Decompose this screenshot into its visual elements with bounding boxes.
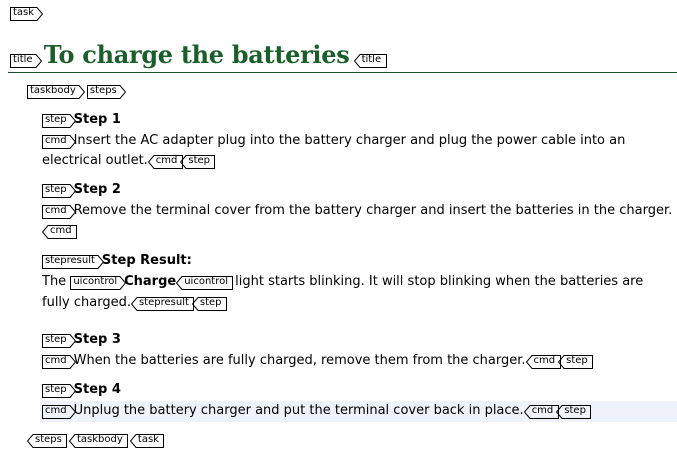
tag-outline: [42, 255, 104, 269]
cmd-open-tag[interactable]: cmd: [42, 205, 76, 219]
step-open-tag[interactable]: step: [42, 114, 76, 128]
step3-cmd-text[interactable]: When the batteries are fully charged, re…: [74, 353, 526, 368]
step2-result-line1: The uicontrol Charge uicontrol light start…: [42, 274, 643, 290]
tag-outline: [68, 434, 128, 448]
title-close-tag[interactable]: title: [353, 54, 387, 68]
title-underline: [8, 72, 677, 73]
tag-outline: [191, 297, 227, 311]
step4-cmd-text[interactable]: Unplug the battery charger and put the t…: [74, 403, 524, 418]
step4-cmd-line1: cmd Unplug the battery charger and put th…: [42, 403, 592, 419]
tag-outline: [42, 205, 76, 219]
tag-outline: [86, 85, 126, 99]
step1-cmd-line2: electrical outlet. cmd step: [42, 153, 216, 169]
result-text-cont[interactable]: fully charged.: [42, 295, 131, 310]
tag-outline: [525, 355, 561, 369]
step-open-tag[interactable]: step: [42, 384, 76, 398]
step-close-tag[interactable]: step: [180, 155, 216, 169]
tag-outline: [180, 155, 216, 169]
taskbody-close-tag[interactable]: taskbody: [68, 434, 128, 448]
tag-outline: [42, 384, 76, 398]
step2-cmd-close: cmd: [42, 223, 77, 239]
tag-outline: [42, 334, 76, 348]
step2-cmd-line1: cmd Remove the terminal cover from the ba…: [42, 203, 672, 219]
tag-outline: [42, 355, 76, 369]
tag-outline: [42, 184, 76, 198]
step2-result-header: stepresult Step Result:: [42, 253, 192, 269]
tag-outline: [558, 355, 594, 369]
taskbody-steps-open: taskbody steps: [27, 83, 126, 99]
tag-outline: [42, 135, 76, 149]
step-open-tag[interactable]: step: [42, 334, 76, 348]
step1-cmd-text[interactable]: Insert the AC adapter plug into the batt…: [74, 133, 626, 148]
tag-outline: [147, 155, 183, 169]
step4-header: step Step 4: [42, 382, 121, 398]
title-open-tag[interactable]: title: [10, 54, 42, 68]
stepresult-open-tag[interactable]: stepresult: [42, 255, 104, 269]
tag-outline: [176, 276, 234, 290]
step-open-tag[interactable]: step: [42, 184, 76, 198]
task-close-tag[interactable]: task: [129, 434, 164, 448]
tag-outline: [42, 225, 77, 239]
step2-header: step Step 2: [42, 182, 121, 198]
uicontrol-close-tag[interactable]: uicontrol: [176, 276, 234, 290]
cmd-close-tag[interactable]: cmd: [147, 155, 183, 169]
step3-cmd-line1: cmd When the batteries are fully charged,…: [42, 353, 594, 369]
step1-cmd-text-cont[interactable]: electrical outlet.: [42, 153, 148, 168]
closing-tags-line: steps taskbody task: [27, 432, 164, 448]
tag-outline: [70, 276, 127, 290]
step4-label[interactable]: Step 4: [74, 382, 121, 397]
step3-header: step Step 3: [42, 332, 121, 348]
step1-label[interactable]: Step 1: [74, 112, 121, 127]
step3-label[interactable]: Step 3: [74, 332, 121, 347]
title-line: title To charge the batteries title: [10, 40, 387, 69]
charge-uicontrol[interactable]: Charge: [124, 274, 176, 289]
result-text-pre[interactable]: The: [42, 274, 66, 289]
task-open-tag[interactable]: task: [10, 5, 43, 21]
step2-label[interactable]: Step 2: [74, 182, 121, 197]
tag-outline: [130, 297, 194, 311]
step-close-tag[interactable]: step: [191, 297, 227, 311]
tag-outline: [27, 85, 85, 99]
tag-outline: [27, 434, 67, 448]
tag-outline: [129, 434, 164, 448]
stepresult-close-tag[interactable]: stepresult: [130, 297, 194, 311]
tag-outline: [42, 405, 76, 419]
uicontrol-open-tag[interactable]: uicontrol: [70, 276, 127, 290]
cmd-open-tag[interactable]: cmd: [42, 405, 76, 419]
cmd-close-tag[interactable]: cmd: [523, 405, 559, 419]
step2-cmd-text[interactable]: Remove the terminal cover from the batte…: [74, 203, 673, 218]
step-result-label[interactable]: Step Result:: [102, 253, 192, 268]
tag-outline: [10, 7, 43, 21]
step-close-tag[interactable]: step: [556, 405, 592, 419]
steps-close-tag[interactable]: steps: [27, 434, 67, 448]
step1-cmd-line1: cmd Insert the AC adapter plug into the b…: [42, 133, 625, 149]
tag-outline: [353, 54, 387, 68]
tag-outline: [556, 405, 592, 419]
tag-outline: [42, 114, 76, 128]
result-text-post[interactable]: light starts blinking. It will stop blin…: [235, 274, 643, 289]
steps-open-tag[interactable]: steps: [86, 85, 126, 99]
page-title[interactable]: To charge the batteries: [44, 40, 350, 69]
taskbody-open-tag[interactable]: taskbody: [27, 85, 85, 99]
cmd-open-tag[interactable]: cmd: [42, 135, 76, 149]
step2-result-line2: fully charged. stepresult step: [42, 295, 227, 311]
tag-outline: [10, 54, 42, 68]
step-close-tag[interactable]: step: [558, 355, 594, 369]
cmd-open-tag[interactable]: cmd: [42, 355, 76, 369]
tag-outline: [523, 405, 559, 419]
step1-header: step Step 1: [42, 112, 121, 128]
cmd-close-tag[interactable]: cmd: [525, 355, 561, 369]
cmd-close-tag[interactable]: cmd: [42, 225, 77, 239]
